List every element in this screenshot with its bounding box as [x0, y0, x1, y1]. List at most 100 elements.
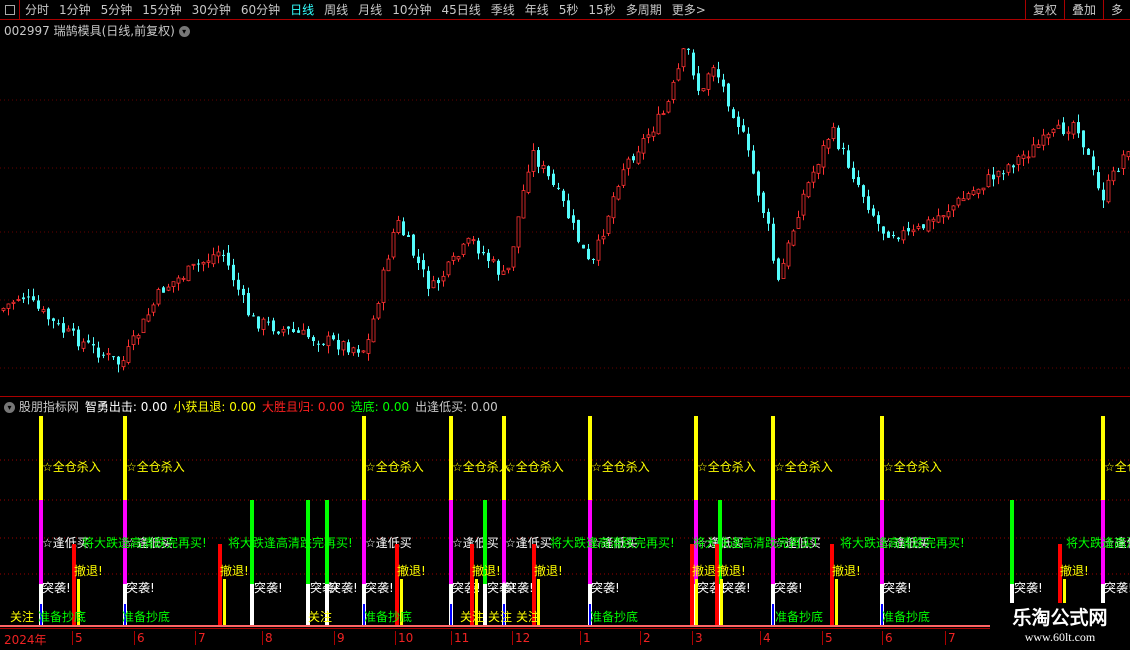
candle-body [791, 230, 796, 246]
signal-label: 将大跌逢高清跌完再买! [693, 535, 818, 550]
candle-body [396, 219, 401, 234]
candle-body [931, 218, 936, 222]
period-tab[interactable]: 5秒 [554, 1, 584, 18]
candle-body [307, 328, 310, 338]
candle-body [742, 125, 745, 132]
indicator-value: 大胜且归: 0.00 [262, 400, 345, 414]
period-tab[interactable]: 年线 [520, 1, 554, 18]
candle-body [341, 341, 346, 351]
candle-body [926, 219, 931, 232]
candle-body [816, 164, 821, 174]
candle-body [136, 334, 141, 339]
date-label: 3 [692, 631, 703, 645]
candle-body [1051, 128, 1056, 134]
candle-body [366, 339, 371, 354]
candle-body [402, 221, 405, 236]
period-tab[interactable]: 45日线 [436, 1, 485, 18]
candle-body [201, 261, 206, 265]
candle-body [102, 354, 105, 356]
chevron-down-icon[interactable]: ▾ [178, 26, 190, 37]
candle-body [257, 316, 260, 329]
period-tab[interactable]: 月线 [353, 1, 387, 18]
signal-label: 突袭! [1014, 580, 1043, 595]
signal-bar-yellow [362, 416, 366, 500]
signal-label: ☆全仓杀入 [591, 459, 650, 474]
candle-body [361, 350, 366, 353]
period-tab[interactable]: 30分钟 [187, 1, 236, 18]
candle-body [16, 299, 21, 301]
candle-body [737, 116, 740, 128]
candle-body [767, 211, 770, 224]
toolbar-button[interactable]: 复权 [1024, 0, 1064, 20]
period-tab[interactable]: 60分钟 [236, 1, 285, 18]
toolbar-button[interactable]: 多 [1102, 0, 1130, 20]
date-label: 6 [134, 631, 145, 645]
signal-label: ☆全仓杀入 [505, 459, 564, 474]
candle-body [456, 256, 461, 260]
candle-body [191, 263, 196, 266]
candle-body [796, 217, 801, 229]
candle-body [446, 261, 451, 276]
candle-body [531, 150, 536, 172]
signal-label: 突袭! [774, 580, 803, 595]
date-label: 5 [822, 631, 833, 645]
watermark-logo: 乐淘公式网 www.60lt.com [990, 603, 1130, 650]
period-toolbar: 分时 1分钟 5分钟 15分钟 30分钟 60分钟 日线 周线 月线 10分钟 45日线 季线 年线 5秒… [0, 0, 1130, 20]
period-tab[interactable]: 更多> [667, 1, 711, 18]
date-label: 4 [760, 631, 771, 645]
candle-body [506, 267, 511, 271]
signal-label: 将大跌逢高清跌完再买! [228, 535, 353, 550]
signal-bar-red [690, 544, 694, 626]
candle-body [862, 185, 865, 197]
indicator-chart: ☆全仓杀入 ☆逢低买突袭! ☆全仓杀入 ☆逢低买突袭! ☆全仓杀入 ☆逢低买突袭! ☆全仓杀… [0, 416, 1130, 627]
candle-body [821, 145, 826, 168]
period-tab[interactable]: 分时 [20, 1, 54, 18]
period-tab[interactable]: 季线 [486, 1, 520, 18]
panel-toggle-button[interactable] [0, 0, 20, 20]
date-label: 5 [72, 631, 83, 645]
period-tab[interactable]: 多周期 [621, 1, 667, 18]
signal-label: 关注 [308, 609, 332, 624]
period-tab[interactable]: 1分钟 [54, 1, 96, 18]
signal-bar-yellow [123, 416, 127, 500]
candle-body [477, 240, 480, 254]
candle-body [417, 256, 420, 264]
signal-label: 突袭! [126, 580, 155, 595]
period-tab[interactable]: 日线 [285, 1, 319, 18]
chevron-down-icon[interactable]: ▾ [4, 402, 15, 413]
candle-body [722, 79, 725, 87]
signal-label: ☆全仓杀入 [774, 459, 833, 474]
period-tab[interactable]: 15分钟 [137, 1, 186, 18]
candle-body [126, 346, 131, 363]
candle-body [1012, 165, 1015, 168]
period-tab[interactable]: 15秒 [583, 1, 620, 18]
candle-body [911, 229, 916, 233]
candle-body [281, 328, 286, 333]
candle-body [577, 219, 580, 242]
period-tab[interactable]: 5分钟 [96, 1, 138, 18]
signal-label: ☆全仓杀入 [42, 459, 101, 474]
signal-label: 突袭! [487, 580, 516, 595]
candle-body [287, 326, 290, 329]
candle-body [936, 215, 941, 223]
signal-label: 突袭! [329, 580, 358, 595]
period-tab[interactable]: 周线 [319, 1, 353, 18]
candle-body [897, 237, 900, 240]
signal-label: 突袭! [42, 580, 71, 595]
candle-body [491, 259, 496, 262]
period-tab[interactable]: 10分钟 [387, 1, 436, 18]
candle-body [206, 260, 211, 263]
candle-body [112, 356, 115, 358]
candle-body [1, 307, 6, 311]
candle-body [582, 244, 585, 249]
candle-body [811, 171, 816, 183]
signal-label: 准备抄底 [590, 609, 638, 624]
candle-body [301, 329, 306, 335]
candle-body [422, 260, 425, 270]
signal-bar-yellow [771, 416, 775, 500]
candle-body [656, 113, 661, 135]
candle-body [227, 252, 230, 266]
toolbar-button[interactable]: 叠加 [1063, 0, 1103, 20]
signal-label: 关注 [460, 609, 484, 624]
candle-body [1111, 170, 1116, 182]
